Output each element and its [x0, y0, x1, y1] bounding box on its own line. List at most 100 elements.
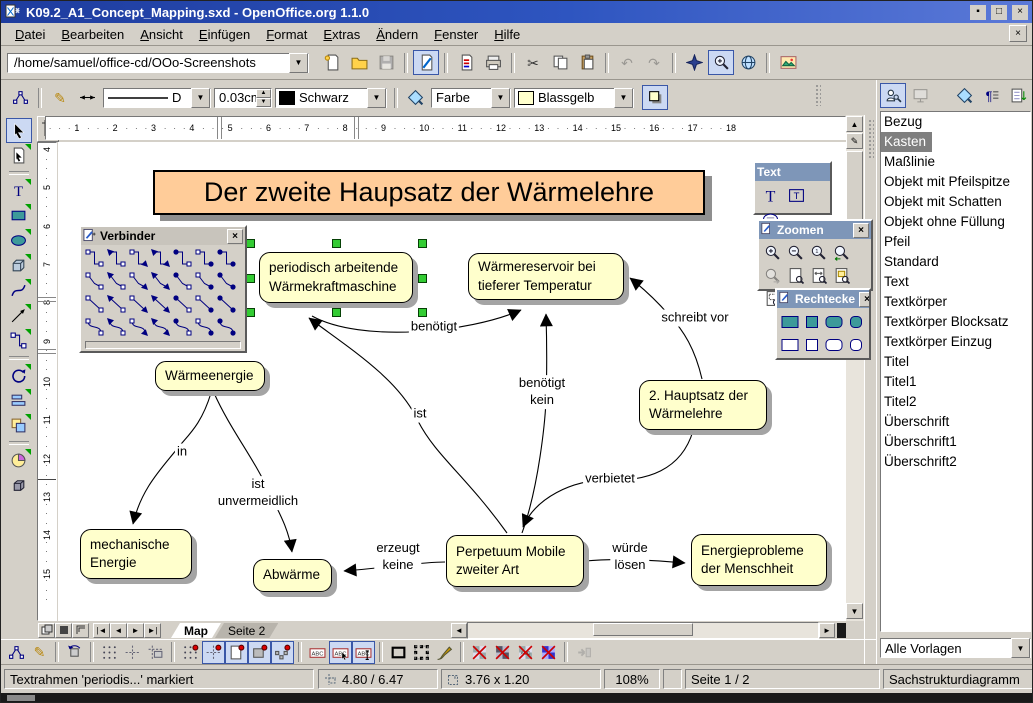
connector-straight-square-arrow-icon[interactable]	[127, 293, 149, 316]
url-combobox[interactable]: ▼	[7, 53, 309, 73]
alignment-tool[interactable]	[6, 388, 32, 413]
edge-label[interactable]: erzeugt keine	[374, 540, 421, 574]
line-contour-button[interactable]	[537, 641, 560, 664]
square-icon[interactable]	[801, 310, 823, 333]
large-handles-button[interactable]	[410, 641, 433, 664]
open-button[interactable]	[346, 50, 372, 75]
style-item[interactable]: Textkörper Blocksatz	[881, 312, 1030, 332]
style-item[interactable]: Titel	[881, 352, 1030, 372]
status-page[interactable]: Seite 1 / 2	[685, 669, 880, 689]
rounded-square-unfilled-icon[interactable]	[845, 333, 867, 356]
selection-handle[interactable]	[418, 308, 427, 317]
style-filter-combo[interactable]: Alle Vorlagen ▼	[880, 638, 1031, 658]
connector-straight-square-square-icon[interactable]	[83, 293, 105, 316]
selection-handle[interactable]	[246, 308, 255, 317]
connector-bent-square-square-icon[interactable]	[83, 270, 105, 293]
zoom-100-button[interactable]: 1	[807, 241, 830, 264]
simple-handles-button[interactable]	[387, 641, 410, 664]
snap-to-snap-lines-button[interactable]	[202, 641, 225, 664]
scroll-up-icon[interactable]: ▲	[846, 116, 863, 132]
selection-handle[interactable]	[246, 239, 255, 248]
line-style-combo[interactable]: D ▼	[103, 88, 211, 108]
edit-file-button[interactable]	[413, 50, 439, 75]
menu-item[interactable]: Einfügen	[191, 25, 258, 44]
connector-curve-square-arrow-icon[interactable]	[127, 316, 149, 339]
status-template[interactable]: Sachstrukturdiagramm	[883, 669, 1032, 689]
snap-to-page-margins-button[interactable]	[225, 641, 248, 664]
interaction-tool[interactable]	[6, 473, 32, 498]
document-close-button[interactable]: ×	[1009, 25, 1027, 42]
hscroll-right-icon[interactable]: ►	[819, 623, 835, 638]
copy-button[interactable]	[547, 50, 573, 75]
edge-label[interactable]: benötigt kein	[517, 375, 567, 409]
zoom-tool[interactable]	[6, 143, 32, 168]
style-item[interactable]: Überschrift1	[881, 432, 1030, 452]
connector-curve-arrow-square-icon[interactable]	[105, 316, 127, 339]
status-position[interactable]: 4.80 / 6.47	[318, 669, 438, 689]
zoom-page-button[interactable]	[784, 264, 807, 287]
rounded-rectangle-unfilled-icon[interactable]	[823, 333, 845, 356]
3d-objects-tool[interactable]	[6, 253, 32, 278]
connector-bent-square-circle-icon[interactable]	[193, 270, 215, 293]
menu-item[interactable]: Ändern	[368, 25, 426, 44]
status-zoom[interactable]: 108%	[604, 669, 660, 689]
snap-to-object-points-button[interactable]	[271, 641, 294, 664]
rounded-square-icon[interactable]	[845, 310, 867, 333]
fill-can-button[interactable]	[402, 85, 428, 110]
rechtecke-palette-titlebar[interactable]: Rechtecke ×	[777, 290, 869, 308]
page-tab-seite-2[interactable]: Seite 2	[215, 623, 278, 638]
edit-points-mode-button[interactable]	[5, 641, 28, 664]
connector-elbow-square-square-icon[interactable]	[83, 247, 105, 270]
edge-label[interactable]: würde lösen	[610, 540, 649, 574]
vertical-ruler[interactable]: 4···5···6···7···8···9···10···11···12···1…	[37, 142, 57, 621]
concept-node[interactable]: 2. Hauptsatz der Wärmelehre	[639, 380, 767, 430]
quick-text-edit-button[interactable]: ABC	[352, 641, 375, 664]
zoom-in-button[interactable]	[761, 241, 784, 264]
text-frame-button[interactable]: T	[783, 183, 809, 208]
connector-straight-circle-square-icon[interactable]	[171, 293, 193, 316]
zoom-button[interactable]	[708, 50, 734, 75]
style-filter-dropdown-icon[interactable]: ▼	[1011, 638, 1030, 658]
style-item[interactable]: Bezug	[881, 112, 1030, 132]
status-size[interactable]: κ 3.76 x 1.20	[441, 669, 601, 689]
last-page-icon[interactable]: ►|	[144, 623, 161, 638]
connector-straight-arrow-arrow-icon[interactable]	[149, 293, 171, 316]
select-text-area-button[interactable]: ABC	[306, 641, 329, 664]
connector-straight-square-circle-icon[interactable]	[193, 293, 215, 316]
zoomen-palette-titlebar[interactable]: Zoomen ×	[759, 221, 871, 239]
rectangle-tool[interactable]	[6, 203, 32, 228]
shadow-button[interactable]	[642, 85, 668, 110]
selection-handle[interactable]	[246, 274, 255, 283]
fill-color-dropdown-icon[interactable]: ▼	[614, 88, 633, 108]
close-icon[interactable]: ×	[859, 292, 869, 307]
edge-label[interactable]: ist	[412, 406, 429, 423]
edge-label[interactable]: schreibt vor	[659, 310, 730, 327]
palette-resize-bar[interactable]	[85, 341, 241, 349]
selection-handle[interactable]	[332, 239, 341, 248]
connector-bent-circle-square-icon[interactable]	[171, 270, 193, 293]
scrollbar-split-button[interactable]: ✎	[846, 133, 863, 149]
update-style-button[interactable]	[1005, 83, 1031, 108]
concept-node[interactable]: Wärmereservoir bei tieferer Temperatur	[468, 253, 624, 300]
hscroll-thumb[interactable]	[593, 623, 693, 636]
selection-handle[interactable]	[418, 239, 427, 248]
new-style-from-selection-button[interactable]: ¶	[978, 83, 1004, 108]
fill-format-mode-button[interactable]	[951, 83, 977, 108]
style-item[interactable]: Pfeil	[881, 232, 1030, 252]
style-item[interactable]: Kasten	[881, 132, 932, 152]
close-icon[interactable]: ×	[853, 223, 869, 238]
style-item[interactable]: Überschrift	[881, 412, 1030, 432]
first-page-icon[interactable]: |◄	[93, 623, 110, 638]
curve-tool[interactable]	[6, 278, 32, 303]
connector-curve-square-square-icon[interactable]	[83, 316, 105, 339]
connector-bent-arrow-arrow-icon[interactable]	[149, 270, 171, 293]
zoom-page-width-button[interactable]	[807, 264, 830, 287]
page-tab-map[interactable]: Map	[171, 623, 221, 638]
connector-bent-arrow-square-icon[interactable]	[105, 270, 127, 293]
edit-points-button[interactable]	[7, 85, 33, 110]
verbinder-palette-titlebar[interactable]: Verbinder ×	[81, 227, 245, 245]
connector-elbow-arrow-square-icon[interactable]	[105, 247, 127, 270]
scroll-down-icon[interactable]: ▼	[846, 603, 863, 619]
arrange-tool[interactable]	[6, 413, 32, 438]
spinner-buttons[interactable]: ▲▼	[256, 89, 271, 107]
